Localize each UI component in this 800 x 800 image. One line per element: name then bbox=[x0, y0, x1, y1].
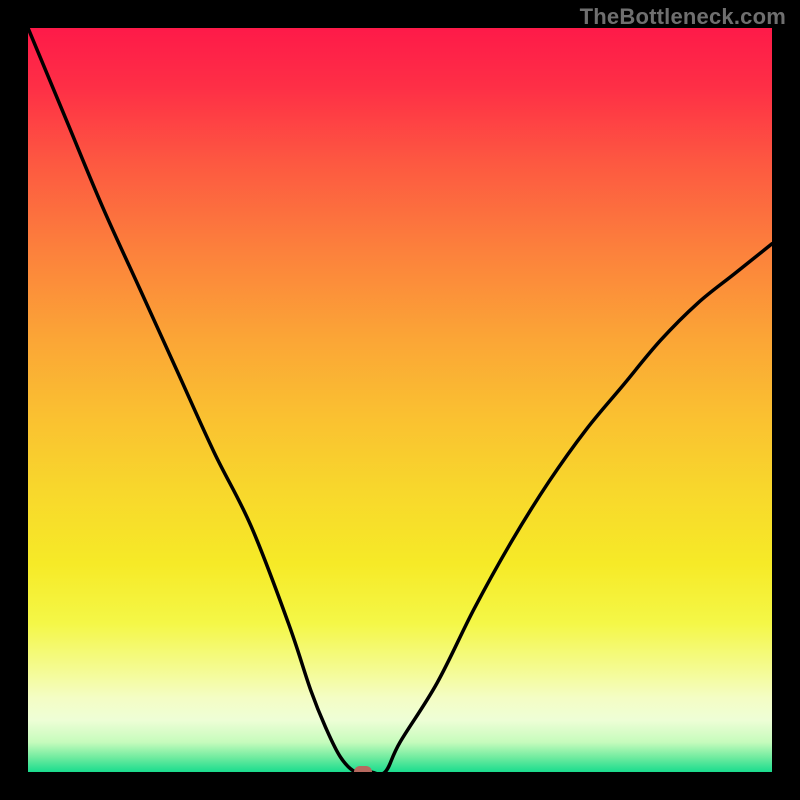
minimum-marker bbox=[354, 766, 372, 772]
curve-svg bbox=[28, 28, 772, 772]
bottleneck-curve bbox=[28, 28, 772, 772]
plot-area bbox=[28, 28, 772, 772]
watermark-text: TheBottleneck.com bbox=[580, 4, 786, 30]
chart-frame: TheBottleneck.com bbox=[0, 0, 800, 800]
